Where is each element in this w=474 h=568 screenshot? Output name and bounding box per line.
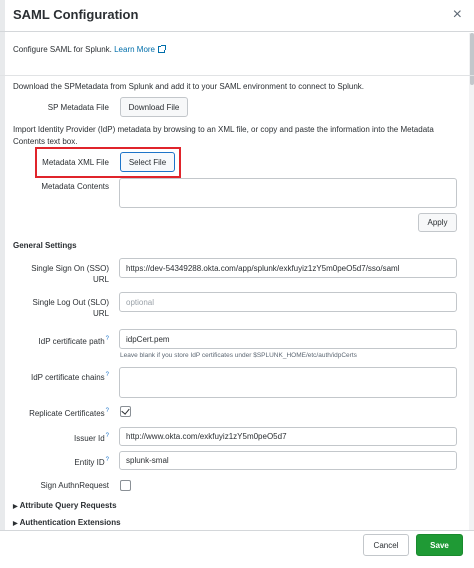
entity-id-input[interactable]: splunk-smal bbox=[119, 451, 457, 470]
dialog-title: SAML Configuration bbox=[13, 7, 139, 22]
scrollbar-thumb[interactable] bbox=[470, 33, 474, 85]
idp-cert-chains-label-text: IdP certificate chains bbox=[30, 373, 105, 382]
idp-cert-path-label: IdP certificate path? bbox=[10, 334, 109, 347]
idp-cert-path-input[interactable]: idpCert.pem bbox=[119, 329, 457, 349]
external-link-icon[interactable] bbox=[158, 45, 167, 53]
replicate-certificates-label-text: Replicate Certificates bbox=[29, 409, 105, 418]
slo-url-input[interactable]: optional bbox=[119, 292, 457, 312]
sp-metadata-label: SP Metadata File bbox=[47, 103, 109, 112]
replicate-certificates-label: Replicate Certificates? bbox=[10, 406, 109, 419]
download-file-button[interactable]: Download File bbox=[120, 97, 188, 117]
cancel-button[interactable]: Cancel bbox=[363, 534, 409, 556]
save-button[interactable]: Save bbox=[416, 534, 463, 556]
close-icon[interactable]: × bbox=[453, 6, 462, 24]
attribute-query-label: Attribute Query Requests bbox=[19, 501, 117, 510]
sign-authn-checkbox[interactable] bbox=[120, 480, 131, 491]
authentication-extensions-label: Authentication Extensions bbox=[19, 518, 121, 527]
help-icon[interactable]: ? bbox=[106, 336, 109, 342]
select-file-button[interactable]: Select File bbox=[120, 152, 175, 172]
replicate-certificates-checkbox[interactable] bbox=[120, 406, 131, 417]
idp-cert-path-label-text: IdP certificate path bbox=[38, 337, 105, 346]
caret-right-icon: ▶ bbox=[13, 521, 18, 527]
idp-cert-chains-textarea[interactable] bbox=[119, 367, 457, 398]
idp-cert-path-help: Leave blank if you store IdP certificate… bbox=[120, 352, 357, 359]
idp-cert-chains-label: IdP certificate chains? bbox=[10, 370, 109, 383]
saml-configuration-dialog: SAML Configuration × Configure SAML for … bbox=[0, 0, 474, 568]
background-strip bbox=[0, 0, 5, 568]
entity-id-label-text: Entity ID bbox=[74, 458, 105, 467]
issuer-id-label-text: Issuer Id bbox=[73, 434, 105, 443]
help-icon[interactable]: ? bbox=[106, 433, 109, 439]
dialog-header: SAML Configuration × bbox=[0, 0, 474, 32]
metadata-contents-label: Metadata Contents bbox=[41, 182, 109, 191]
help-icon[interactable]: ? bbox=[106, 372, 109, 378]
sign-authn-label: Sign AuthnRequest bbox=[40, 481, 110, 490]
entity-id-label: Entity ID? bbox=[10, 455, 109, 468]
apply-button[interactable]: Apply bbox=[418, 213, 457, 232]
sso-url-label-line1: Single Sign On (SSO) bbox=[31, 264, 109, 273]
authentication-extensions-expander[interactable]: ▶ Authentication Extensions bbox=[13, 518, 121, 527]
slo-url-label-line2: URL bbox=[92, 309, 109, 318]
slo-url-label: Single Log Out (SLO) URL bbox=[10, 297, 109, 319]
issuer-id-input[interactable]: http://www.okta.com/exkfuyiz1zY5m0peO5d7 bbox=[119, 427, 457, 446]
slo-url-label-line1: Single Log Out (SLO) bbox=[32, 298, 109, 307]
metadata-xml-label: Metadata XML File bbox=[42, 158, 109, 167]
help-icon[interactable]: ? bbox=[106, 457, 109, 463]
download-description: Download the SPMetadata from Splunk and … bbox=[13, 82, 365, 91]
caret-right-icon: ▶ bbox=[13, 504, 18, 510]
checkmark-icon bbox=[121, 406, 130, 415]
sso-url-label: Single Sign On (SSO) URL bbox=[10, 263, 109, 285]
general-settings-heading: General Settings bbox=[13, 241, 77, 250]
sso-url-input[interactable]: https://dev-54349288.okta.com/app/splunk… bbox=[119, 258, 457, 278]
attribute-query-expander[interactable]: ▶ Attribute Query Requests bbox=[13, 501, 117, 510]
import-description-line1: Import Identity Provider (IdP) metadata … bbox=[13, 125, 434, 134]
help-icon[interactable]: ? bbox=[106, 408, 109, 414]
scrollbar-track[interactable] bbox=[469, 33, 474, 530]
sso-url-label-line2: URL bbox=[92, 275, 109, 284]
metadata-contents-textarea[interactable] bbox=[119, 178, 457, 208]
intro-text: Configure SAML for Splunk. Learn More bbox=[13, 45, 167, 54]
divider bbox=[0, 75, 474, 76]
intro-label: Configure SAML for Splunk. bbox=[13, 45, 115, 54]
issuer-id-label: Issuer Id? bbox=[10, 431, 109, 444]
learn-more-link[interactable]: Learn More bbox=[114, 45, 155, 54]
